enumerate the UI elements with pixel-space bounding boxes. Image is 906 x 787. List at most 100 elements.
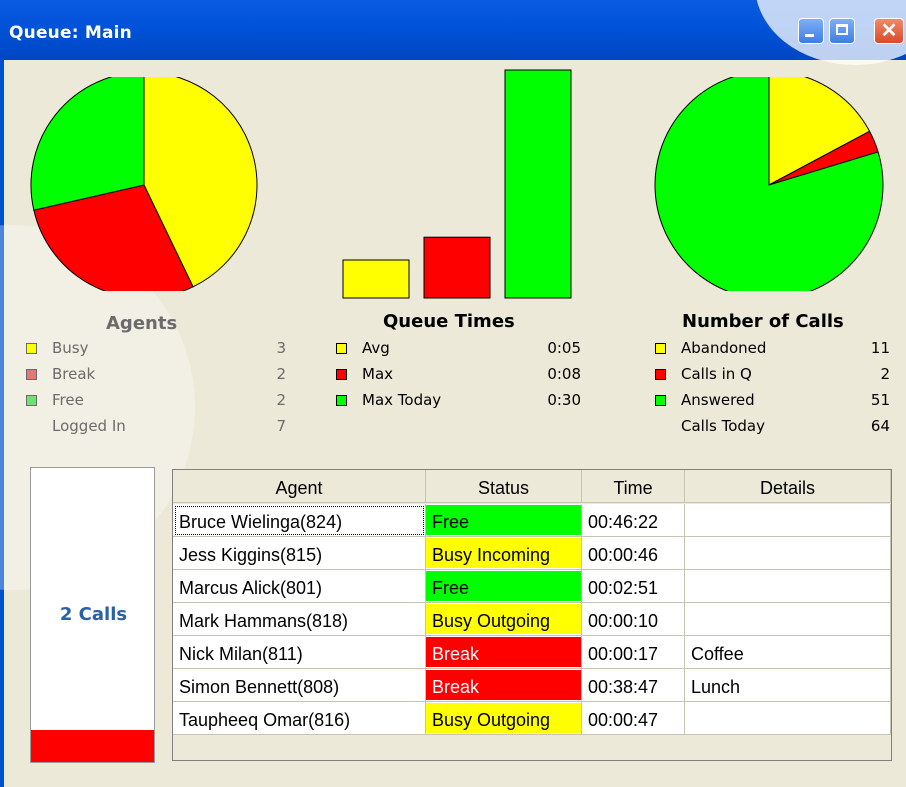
- status-cell[interactable]: Busy Outgoing: [426, 603, 582, 636]
- details-cell[interactable]: [685, 570, 891, 603]
- minimize-icon: [805, 34, 814, 37]
- close-icon: ✕: [880, 20, 898, 42]
- calls-legend-abandoned: Abandoned 11: [655, 339, 890, 359]
- calls-in-queue-panel: 2 Calls: [30, 467, 155, 763]
- status-cell[interactable]: Free: [426, 504, 582, 537]
- status-cell[interactable]: Break: [426, 636, 582, 669]
- legend-value: 51: [870, 391, 890, 409]
- calls-legend-answered: Answered 51: [655, 391, 890, 411]
- queue-legend-max: Max 0:08: [336, 365, 581, 385]
- agents-legend-busy: Busy 3: [26, 339, 286, 359]
- column-header-time[interactable]: Time: [582, 470, 685, 503]
- legend-label: Free: [52, 391, 84, 409]
- maximize-icon: [836, 24, 848, 35]
- calls-in-queue-level-bar: [31, 730, 154, 762]
- calls-answered-swatch: [655, 395, 666, 406]
- calls-abandoned-swatch: [655, 343, 666, 354]
- details-cell[interactable]: [685, 702, 891, 735]
- time-cell[interactable]: 00:46:22: [582, 504, 685, 537]
- agent-cell[interactable]: Nick Milan(811): [173, 636, 426, 669]
- table-row[interactable]: Bruce Wielinga(824) Free 00:46:22: [173, 504, 891, 537]
- queue-window: Queue: Main ✕ Agents Busy 3 Break 2 Free…: [0, 0, 906, 787]
- time-cell[interactable]: 00:02:51: [582, 570, 685, 603]
- legend-value: 0:08: [547, 365, 581, 383]
- time-cell[interactable]: 00:00:17: [582, 636, 685, 669]
- legend-label: Max Today: [362, 391, 442, 409]
- legend-value: 2: [276, 365, 286, 383]
- legend-label: Abandoned: [681, 339, 767, 357]
- agents-busy-swatch: [26, 343, 37, 354]
- table-header: Agent Status Time Details: [173, 470, 891, 504]
- number-of-calls-title: Number of Calls: [682, 311, 844, 332]
- table-row[interactable]: Simon Bennett(808) Break 00:38:47 Lunch: [173, 669, 891, 702]
- time-cell[interactable]: 00:38:47: [582, 669, 685, 702]
- time-cell[interactable]: 00:00:10: [582, 603, 685, 636]
- status-text: Free: [432, 578, 470, 598]
- queue-legend-max-today: Max Today 0:30: [336, 391, 581, 411]
- agents-pie-chart: [30, 77, 258, 291]
- legend-value: 64: [870, 417, 890, 435]
- agent-cell[interactable]: Simon Bennett(808): [173, 669, 426, 702]
- title-bar[interactable]: Queue: Main ✕: [0, 0, 906, 65]
- details-cell[interactable]: Lunch: [685, 669, 891, 702]
- legend-value: 7: [276, 417, 286, 435]
- legend-value: 2: [276, 391, 286, 409]
- legend-label: Answered: [681, 391, 755, 409]
- agent-cell[interactable]: Marcus Alick(801): [173, 570, 426, 603]
- status-text: Busy Outgoing: [432, 710, 551, 730]
- legend-value: 3: [276, 339, 286, 357]
- close-button[interactable]: ✕: [874, 18, 904, 44]
- time-cell[interactable]: 00:00:47: [582, 702, 685, 735]
- queue-legend-avg: Avg 0:05: [336, 339, 581, 359]
- legend-label: Avg: [362, 339, 390, 357]
- legend-label: Calls in Q: [681, 365, 752, 383]
- legend-label: Busy: [52, 339, 89, 357]
- table-row[interactable]: Mark Hammans(818) Busy Outgoing 00:00:10: [173, 603, 891, 636]
- maximize-button[interactable]: [829, 18, 855, 44]
- minimize-button[interactable]: [798, 18, 824, 44]
- agent-status-table[interactable]: Agent Status Time Details Bruce Wielinga…: [172, 469, 892, 761]
- status-text: Free: [432, 512, 470, 532]
- legend-value: 0:30: [547, 391, 581, 409]
- legend-label: Max: [362, 365, 394, 383]
- agent-cell[interactable]: Jess Kiggins(815): [173, 537, 426, 570]
- details-cell[interactable]: [685, 504, 891, 537]
- status-text: Busy Incoming: [432, 545, 551, 565]
- status-cell[interactable]: Busy Incoming: [426, 537, 582, 570]
- agents-free-swatch: [26, 395, 37, 406]
- status-cell[interactable]: Break: [426, 669, 582, 702]
- calls-pie-chart: [654, 77, 884, 291]
- time-cell[interactable]: 00:00:46: [582, 537, 685, 570]
- queue-times-title: Queue Times: [383, 311, 515, 332]
- table-row[interactable]: Nick Milan(811) Break 00:00:17 Coffee: [173, 636, 891, 669]
- table-row[interactable]: Jess Kiggins(815) Busy Incoming 00:00:46: [173, 537, 891, 570]
- queue-times-bar-chart: [342, 69, 572, 299]
- table-row[interactable]: Marcus Alick(801) Free 00:02:51: [173, 570, 891, 603]
- calls-today: Calls Today 64: [655, 417, 890, 437]
- calls-in-queue-label: 2 Calls: [59, 604, 128, 625]
- details-cell[interactable]: [685, 537, 891, 570]
- details-cell[interactable]: Coffee: [685, 636, 891, 669]
- agents-legend-free: Free 2: [26, 391, 286, 411]
- status-cell[interactable]: Free: [426, 570, 582, 603]
- agent-cell[interactable]: Mark Hammans(818): [173, 603, 426, 636]
- legend-label: Logged In: [52, 417, 126, 435]
- agents-logged-in: Logged In 7: [26, 417, 286, 437]
- agent-cell[interactable]: Taupheeq Omar(816): [173, 702, 426, 735]
- legend-value: 0:05: [547, 339, 581, 357]
- legend-label: Break: [52, 365, 96, 383]
- column-header-status[interactable]: Status: [426, 470, 582, 503]
- agents-title: Agents: [106, 313, 178, 334]
- column-header-agent[interactable]: Agent: [173, 470, 426, 503]
- agent-cell[interactable]: Bruce Wielinga(824): [173, 504, 426, 537]
- queue-bar-max-today: [504, 69, 572, 299]
- status-cell[interactable]: Busy Outgoing: [426, 702, 582, 735]
- queue-bar-max: [423, 236, 491, 299]
- agents-legend-break: Break 2: [26, 365, 286, 385]
- agents-break-swatch: [26, 369, 37, 380]
- details-cell[interactable]: [685, 603, 891, 636]
- table-row[interactable]: Taupheeq Omar(816) Busy Outgoing 00:00:47: [173, 702, 891, 735]
- column-header-details[interactable]: Details: [685, 470, 891, 503]
- calls-legend-in-queue: Calls in Q 2: [655, 365, 890, 385]
- queue-avg-swatch: [336, 343, 347, 354]
